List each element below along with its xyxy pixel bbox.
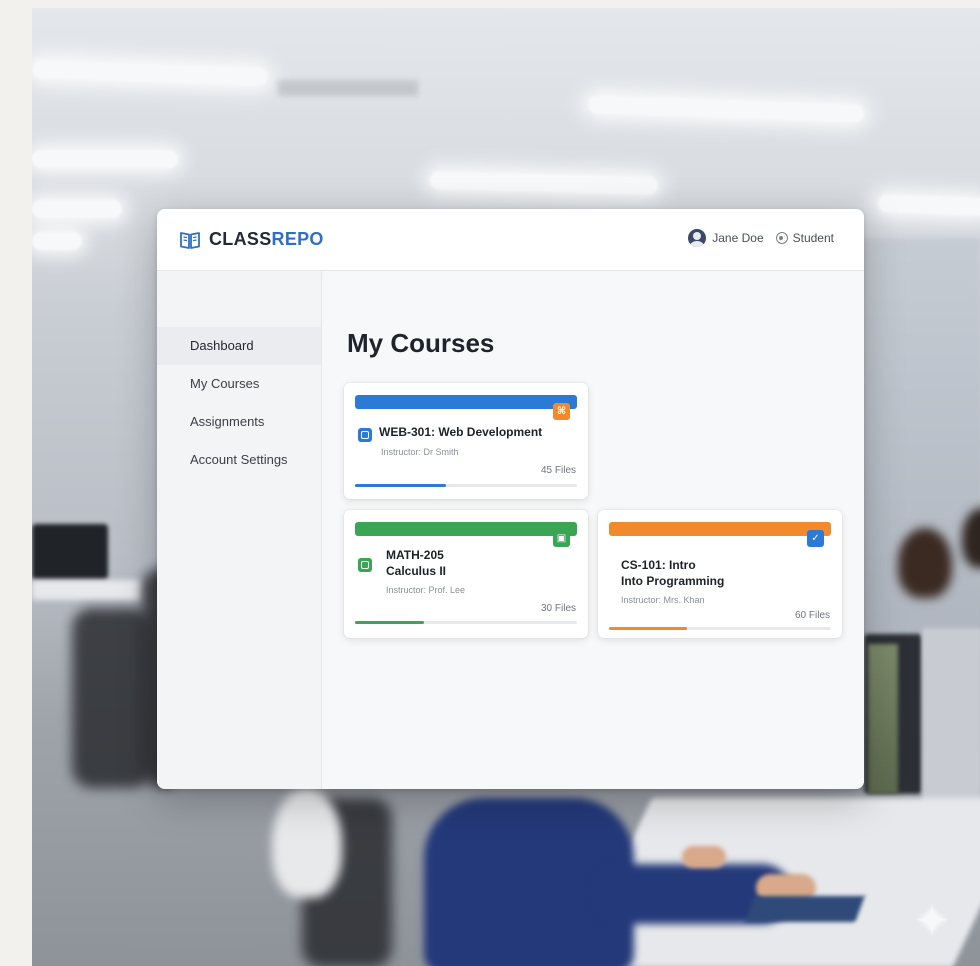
course-title-line2: Calculus II (386, 564, 447, 578)
course-title-line1: CS-101: Intro (621, 558, 696, 572)
ceiling-light (877, 194, 980, 216)
monitor (32, 524, 108, 580)
monitor (922, 628, 980, 818)
card-color-stripe (609, 522, 831, 536)
course-card-math-205[interactable]: ▣ MATH-205 Calculus II Instructor: Prof.… (344, 510, 588, 638)
student (272, 788, 342, 898)
hand (682, 846, 726, 868)
sidebar-item-account-settings[interactable]: Account Settings (157, 441, 321, 479)
sidebar-item-my-courses[interactable]: My Courses (157, 365, 321, 403)
ceiling-light (32, 232, 82, 250)
course-title-line2: Into Programming (621, 574, 725, 588)
course-book-icon (358, 428, 372, 442)
main-content: My Courses ⌘ WEB-301: Web Development In… (323, 271, 864, 789)
user-role: Student (792, 231, 834, 245)
desk (32, 580, 142, 600)
sparkle-icon: ✦ (913, 897, 951, 946)
student (898, 528, 952, 598)
user-menu[interactable]: Jane Doe Student (688, 229, 834, 247)
monitor-screen (868, 644, 898, 794)
course-instructor: Instructor: Mrs. Khan (621, 595, 705, 605)
course-title: WEB-301: Web Development (379, 424, 542, 440)
book-icon (180, 231, 200, 249)
course-instructor: Instructor: Prof. Lee (386, 585, 466, 595)
sidebar-item-dashboard[interactable]: Dashboard (157, 327, 321, 365)
brand-name-part1: CLASS (209, 229, 272, 249)
course-title-line1: MATH-205 (386, 548, 444, 562)
page-title: My Courses (347, 328, 495, 358)
file-count: 30 Files (540, 603, 576, 614)
checkmark-badge-icon[interactable]: ✓ (807, 530, 824, 547)
progress-fill (355, 484, 447, 487)
course-card-cs-101[interactable]: ✓ CS-101: Intro Into Programming Instruc… (598, 510, 842, 638)
ceiling-vent (278, 80, 418, 96)
progress-fill (609, 627, 687, 630)
bookmark-badge-icon[interactable]: ⌘ (553, 403, 570, 420)
card-color-stripe (355, 522, 577, 536)
course-book-icon (358, 558, 372, 572)
clipboard-badge-icon[interactable]: ▣ (553, 530, 570, 547)
chair (72, 608, 152, 788)
logo[interactable]: CLASSREPO (179, 229, 324, 250)
card-color-stripe (355, 395, 577, 409)
course-title-line1: WEB-301: Web Development (379, 425, 543, 439)
brand-name: CLASSREPO (209, 229, 324, 250)
file-count: 60 Files (794, 610, 830, 621)
file-count: 45 Files (540, 465, 576, 476)
progress-track (355, 621, 577, 624)
progress-track (355, 484, 577, 487)
user-name: Jane Doe (712, 231, 764, 245)
mouse-pad (745, 896, 865, 922)
ceiling-light (32, 150, 178, 168)
course-instructor: Instructor: Dr Smith (381, 447, 459, 457)
top-bar: CLASSREPO Jane Doe Student (157, 209, 864, 271)
sidebar-item-assignments[interactable]: Assignments (157, 403, 321, 441)
progress-fill (355, 621, 424, 624)
course-title: MATH-205 Calculus II (386, 547, 446, 579)
ceiling-light (32, 200, 122, 218)
sidebar: Dashboard My Courses Assignments Account… (157, 271, 322, 789)
progress-track (609, 627, 831, 630)
user-avatar-icon (688, 229, 707, 247)
role-radio-icon (775, 232, 788, 244)
app-window: CLASSREPO Jane Doe Student Dashboard My … (157, 209, 864, 789)
brand-name-part2: REPO (271, 229, 324, 249)
course-card-web-301[interactable]: ⌘ WEB-301: Web Development Instructor: D… (344, 383, 588, 499)
course-title: CS-101: Intro Into Programming (621, 557, 724, 589)
